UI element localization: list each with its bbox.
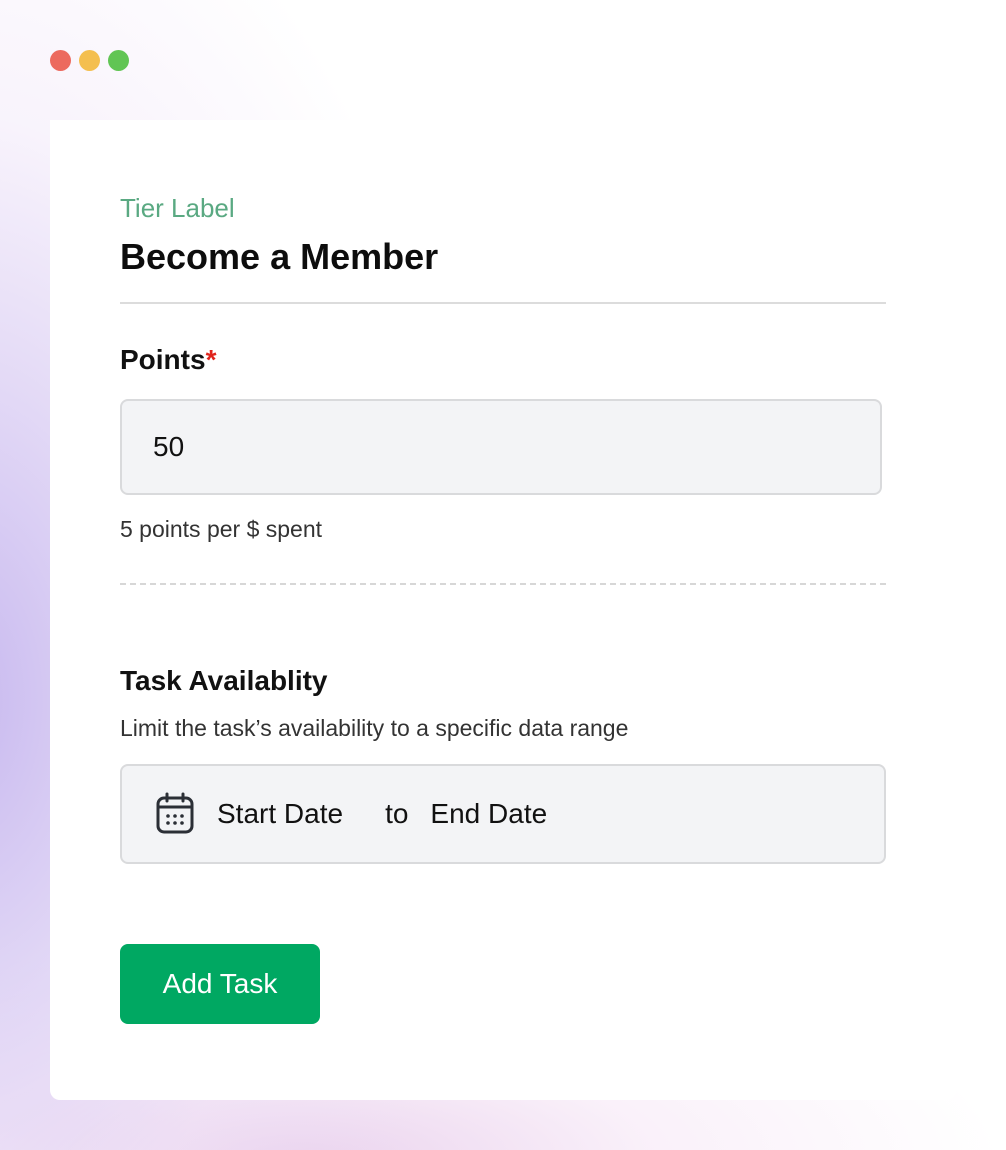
section-divider	[120, 583, 886, 585]
task-availability-label: Task Availablity	[120, 665, 328, 696]
close-window-button[interactable]	[50, 50, 71, 71]
page-title: Become a Member	[120, 236, 439, 277]
tier-label: Tier Label	[120, 193, 235, 223]
points-label: Points*	[120, 343, 886, 377]
form-content: Tier Label Become a Member Points* 50 5 …	[120, 192, 886, 1024]
date-range-separator: to	[385, 798, 409, 829]
calendar-icon[interactable]	[153, 792, 197, 836]
minimize-window-button[interactable]	[79, 50, 100, 71]
start-date-field[interactable]: Start Date	[217, 798, 343, 830]
task-availability-description: Limit the task’s availability to a speci…	[120, 715, 629, 741]
date-range-picker[interactable]: Start Date to End Date	[120, 764, 886, 864]
maximize-window-button[interactable]	[108, 50, 129, 71]
points-input[interactable]: 50	[120, 399, 882, 495]
title-divider	[120, 302, 886, 304]
form-card: Tier Label Become a Member Points* 50 5 …	[50, 120, 956, 1100]
end-date-field[interactable]: End Date	[430, 798, 547, 830]
add-task-button[interactable]: Add Task	[120, 944, 320, 1024]
window-controls	[50, 50, 129, 71]
required-marker: *	[205, 344, 217, 375]
points-input-value: 50	[153, 431, 185, 462]
points-label-text: Points	[120, 344, 206, 375]
points-helper-text: 5 points per $ spent	[120, 516, 323, 542]
